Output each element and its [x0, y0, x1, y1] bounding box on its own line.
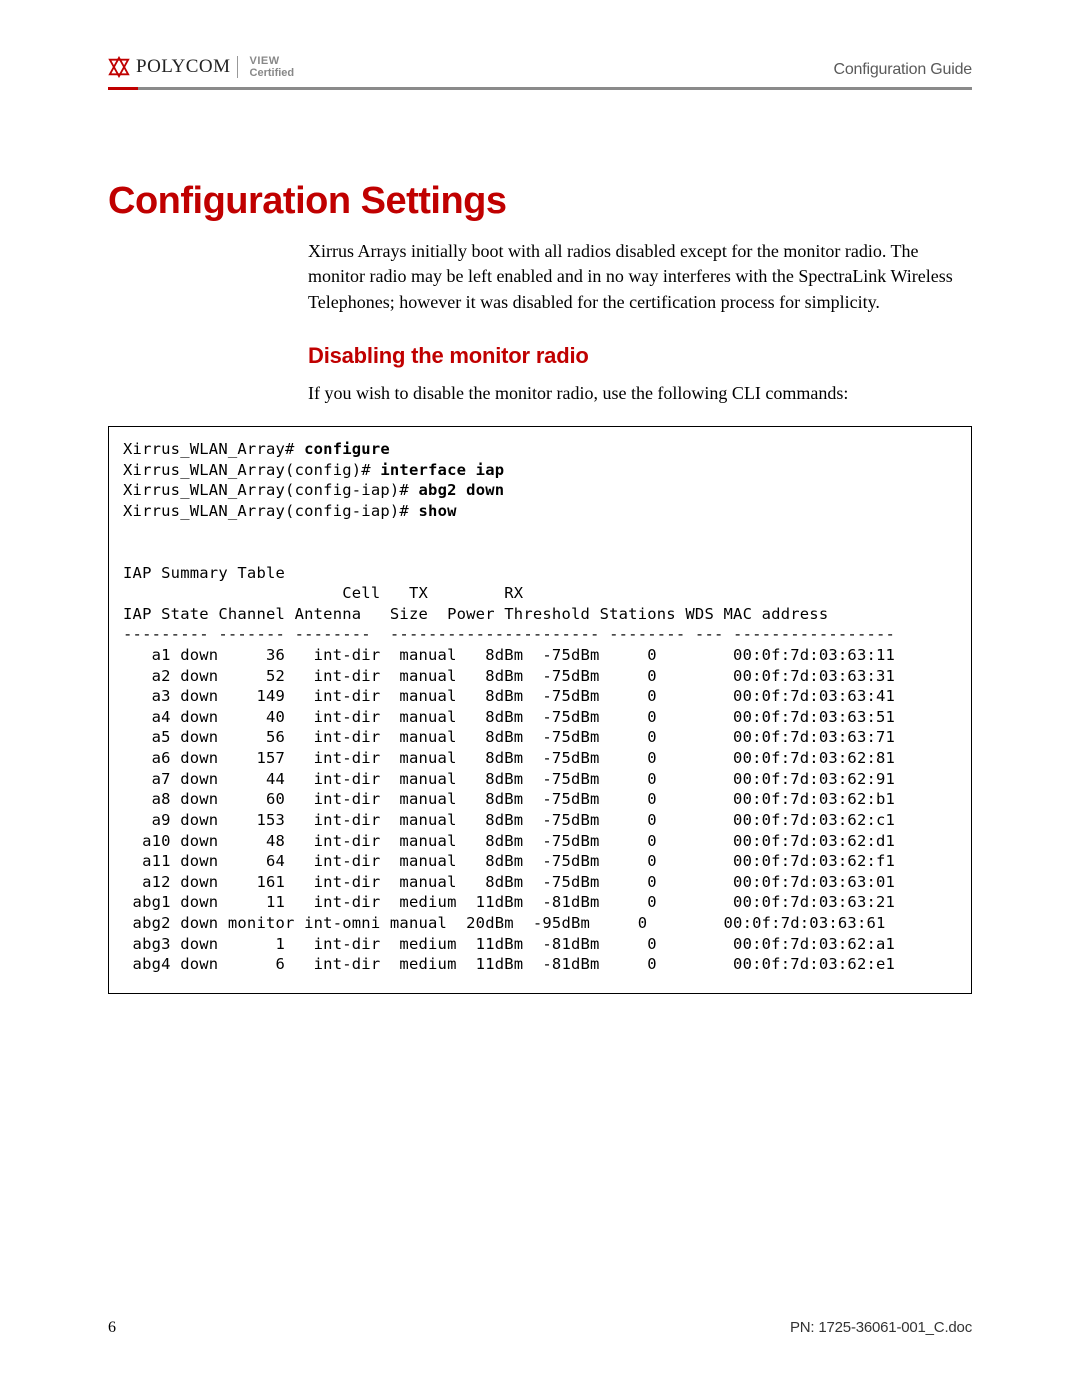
- iap-header-line1: Cell TX RX: [123, 584, 523, 602]
- iap-row: a1 down 36 int-dir manual 8dBm -75dBm 0 …: [123, 646, 895, 664]
- iap-summary-title: IAP Summary Table: [123, 564, 285, 582]
- document-type-label: Configuration Guide: [833, 61, 972, 79]
- cli-prompt: Xirrus_WLAN_Array#: [123, 440, 304, 458]
- iap-row: a9 down 153 int-dir manual 8dBm -75dBm 0…: [123, 811, 895, 829]
- iap-row: a11 down 64 int-dir manual 8dBm -75dBm 0…: [123, 852, 895, 870]
- page-footer: 6 PN: 1725-36061-001_C.doc: [108, 1319, 972, 1337]
- cli-command: show: [419, 502, 457, 520]
- iap-row: a2 down 52 int-dir manual 8dBm -75dBm 0 …: [123, 667, 895, 685]
- iap-row: a6 down 157 int-dir manual 8dBm -75dBm 0…: [123, 749, 895, 767]
- iap-row: a7 down 44 int-dir manual 8dBm -75dBm 0 …: [123, 770, 895, 788]
- cli-output-box: Xirrus_WLAN_Array# configure Xirrus_WLAN…: [108, 426, 972, 994]
- cli-prompt: Xirrus_WLAN_Array(config)#: [123, 461, 380, 479]
- iap-row: a8 down 60 int-dir manual 8dBm -75dBm 0 …: [123, 790, 895, 808]
- page-number: 6: [108, 1319, 116, 1337]
- cert-line2: Certified: [250, 67, 295, 79]
- cli-command: interface iap: [380, 461, 504, 479]
- iap-row: abg2 down monitor int-omni manual 20dBm …: [123, 914, 886, 932]
- iap-row: abg4 down 6 int-dir medium 11dBm -81dBm …: [123, 955, 895, 973]
- document-part-number: PN: 1725-36061-001_C.doc: [790, 1319, 972, 1337]
- iap-row: a10 down 48 int-dir manual 8dBm -75dBm 0…: [123, 832, 895, 850]
- brand-logo: POLYCOM VIEW Certified: [108, 55, 294, 79]
- cli-command: configure: [304, 440, 390, 458]
- iap-row: abg1 down 11 int-dir medium 11dBm -81dBm…: [123, 893, 895, 911]
- iap-header-sep: --------- ------- -------- -------------…: [123, 625, 895, 643]
- iap-row: a12 down 161 int-dir manual 8dBm -75dBm …: [123, 873, 895, 891]
- cli-command: abg2 down: [419, 481, 505, 499]
- view-certified-badge: VIEW Certified: [244, 55, 295, 79]
- cli-prompt: Xirrus_WLAN_Array(config-iap)#: [123, 481, 419, 499]
- polycom-logo-icon: [108, 56, 130, 78]
- disable-monitor-paragraph: If you wish to disable the monitor radio…: [308, 381, 972, 406]
- iap-header-line2: IAP State Channel Antenna Size Power Thr…: [123, 605, 828, 623]
- section-heading-disable-monitor: Disabling the monitor radio: [308, 343, 972, 369]
- brand-text: POLYCOM: [136, 56, 238, 78]
- body-content: Xirrus Arrays initially boot with all ra…: [308, 239, 972, 406]
- page-header: POLYCOM VIEW Certified Configuration Gui…: [108, 55, 972, 83]
- page-title: Configuration Settings: [108, 180, 972, 223]
- iap-row: a4 down 40 int-dir manual 8dBm -75dBm 0 …: [123, 708, 895, 726]
- page: POLYCOM VIEW Certified Configuration Gui…: [0, 0, 1080, 1397]
- header-rule: [108, 87, 972, 90]
- iap-row: abg3 down 1 int-dir medium 11dBm -81dBm …: [123, 935, 895, 953]
- intro-paragraph: Xirrus Arrays initially boot with all ra…: [308, 239, 972, 315]
- iap-row: a3 down 149 int-dir manual 8dBm -75dBm 0…: [123, 687, 895, 705]
- iap-row: a5 down 56 int-dir manual 8dBm -75dBm 0 …: [123, 728, 895, 746]
- cert-line1: VIEW: [250, 55, 295, 67]
- cli-prompt: Xirrus_WLAN_Array(config-iap)#: [123, 502, 419, 520]
